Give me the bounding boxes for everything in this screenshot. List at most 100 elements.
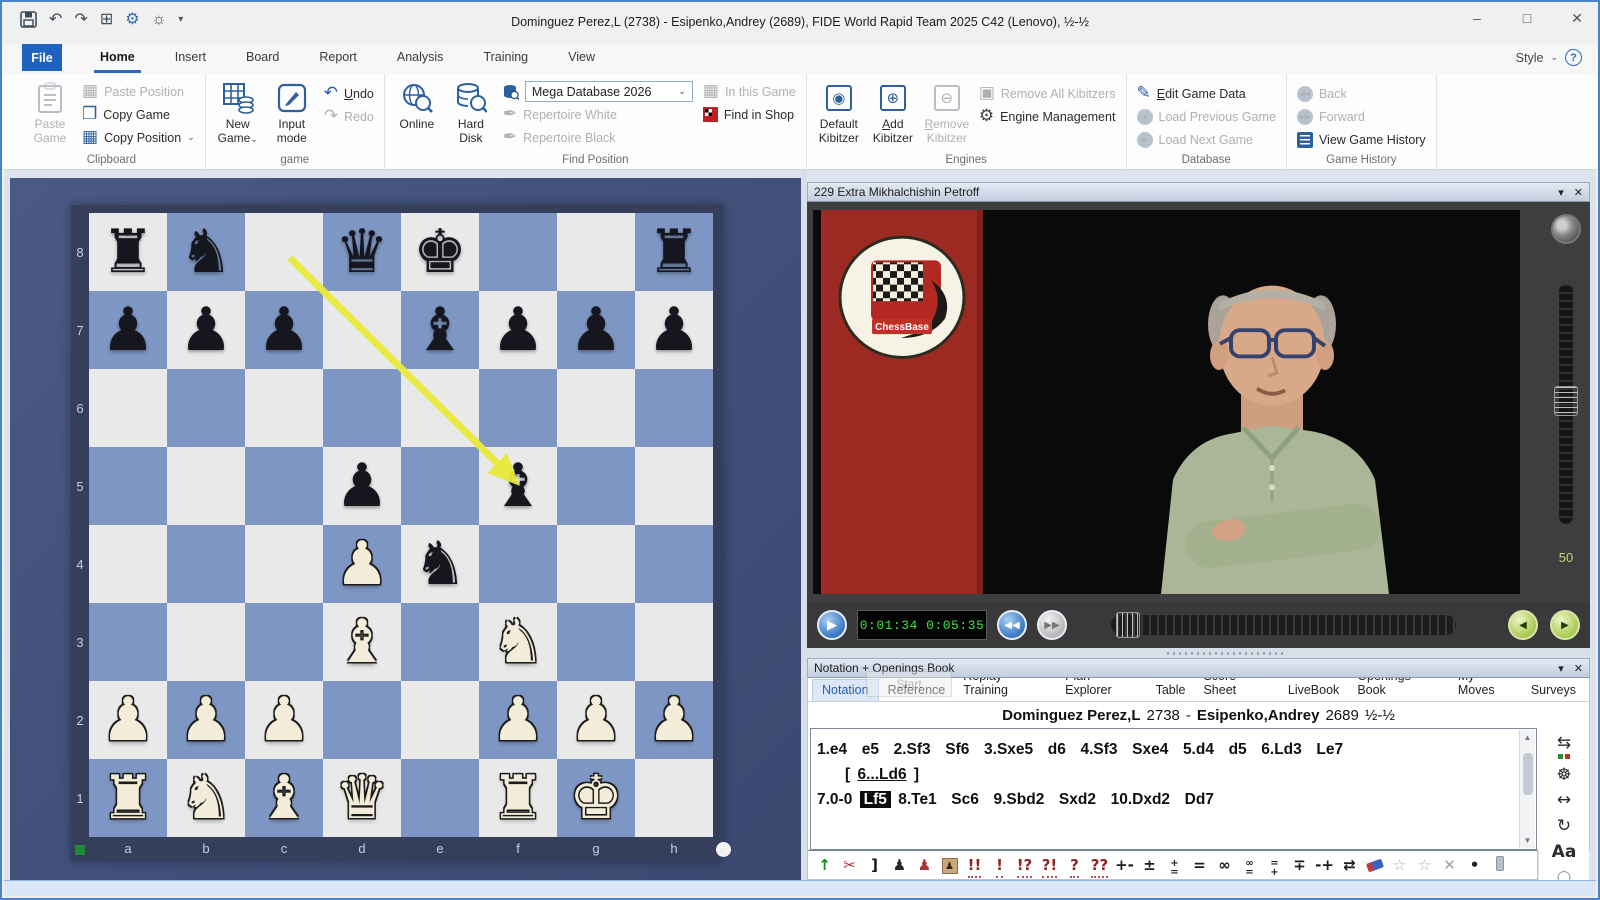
- piece-black-icon[interactable]: ♟: [887, 858, 912, 873]
- current-move[interactable]: Lf5: [860, 791, 891, 808]
- square-a3[interactable]: [89, 603, 167, 681]
- white-knight[interactable]: ♞: [479, 603, 557, 681]
- copy-position-button[interactable]: ▦ Copy Position ⌄: [78, 126, 199, 149]
- load-previous-game-button[interactable]: ◀ Load Previous Game: [1133, 105, 1280, 128]
- unclear-icon[interactable]: ∞: [1212, 858, 1237, 873]
- volume-slider[interactable]: [1559, 284, 1573, 524]
- square-b5[interactable]: [167, 447, 245, 525]
- notation-tab-surveys[interactable]: Surveys: [1522, 680, 1585, 701]
- maximize-button[interactable]: □: [1516, 10, 1538, 27]
- blunder-icon[interactable]: ??: [1087, 858, 1112, 873]
- tab-home[interactable]: Home: [80, 44, 155, 72]
- square-e5[interactable]: [401, 447, 479, 525]
- variation-line[interactable]: [ 6...Ld6 ]: [817, 762, 1512, 787]
- volume-handle[interactable]: [1554, 386, 1578, 416]
- dubious-move-icon[interactable]: ?!: [1037, 858, 1062, 873]
- end-variation-bracket-icon[interactable]: ]: [862, 858, 887, 873]
- square-d7[interactable]: [323, 291, 401, 369]
- square-c5[interactable]: [245, 447, 323, 525]
- hard-disk-button[interactable]: Hard Disk: [445, 78, 497, 146]
- square-d8[interactable]: ♛: [323, 213, 401, 291]
- square-b8[interactable]: ♞: [167, 213, 245, 291]
- black-knight[interactable]: ♞: [401, 525, 479, 603]
- repertoire-black-button[interactable]: ✒ Repertoire Black: [499, 126, 697, 149]
- moves-area[interactable]: 1.e4 e5 2.Sf3 Sf6 3.Sxe5 d6 4.Sf3 Sxe4 5…: [810, 728, 1537, 850]
- notation-collapse-icon[interactable]: ▾: [1558, 662, 1564, 675]
- fast-forward-button[interactable]: ▶▶: [1037, 610, 1067, 640]
- move-line-1[interactable]: 1.e4 e5 2.Sf3 Sf6 3.Sxe5 d6 4.Sf3 Sxe4 5…: [817, 737, 1512, 762]
- square-g4[interactable]: [557, 525, 635, 603]
- square-c3[interactable]: [245, 603, 323, 681]
- square-d5[interactable]: ♟: [323, 447, 401, 525]
- redo-button[interactable]: ↷ Redo: [320, 105, 378, 128]
- square-e2[interactable]: [401, 681, 479, 759]
- square-f3[interactable]: ♞: [479, 603, 557, 681]
- square-f4[interactable]: [479, 525, 557, 603]
- black-pawn[interactable]: ♟: [89, 291, 167, 369]
- square-a7[interactable]: ♟: [89, 291, 167, 369]
- square-h7[interactable]: ♟: [635, 291, 713, 369]
- skip-back-button[interactable]: ◀: [1508, 610, 1538, 640]
- notation-tab-livebook[interactable]: LiveBook: [1279, 680, 1348, 701]
- video-close-icon[interactable]: ✕: [1574, 186, 1583, 199]
- square-b2[interactable]: ♟: [167, 681, 245, 759]
- tab-analysis[interactable]: Analysis: [377, 44, 464, 72]
- black-pawn[interactable]: ♟: [479, 291, 557, 369]
- black-pawn[interactable]: ♟: [167, 291, 245, 369]
- scroll-down-icon[interactable]: ▼: [1524, 833, 1532, 848]
- undo-button[interactable]: ↶ Undo: [320, 82, 378, 105]
- rotate-icon[interactable]: ↻: [1557, 817, 1571, 836]
- delete-mark-icon[interactable]: ✕: [1437, 858, 1462, 873]
- history-back-button[interactable]: ◀◀ Back: [1293, 82, 1430, 105]
- square-e7[interactable]: ♝: [401, 291, 479, 369]
- square-c4[interactable]: [245, 525, 323, 603]
- black-king[interactable]: ♚: [401, 213, 479, 291]
- seek-handle[interactable]: [1116, 612, 1140, 638]
- piece-red-icon[interactable]: ♟: [912, 858, 937, 873]
- white-pawn[interactable]: ♟: [245, 681, 323, 759]
- square-d1[interactable]: ♛: [323, 759, 401, 837]
- cut-scissors-icon[interactable]: ✂: [837, 858, 862, 873]
- square-f7[interactable]: ♟: [479, 291, 557, 369]
- engine-management-button[interactable]: ⚙ Engine Management: [975, 105, 1120, 128]
- square-c2[interactable]: ♟: [245, 681, 323, 759]
- star-sparkle-icon[interactable]: ☆: [1412, 858, 1437, 873]
- square-a8[interactable]: ♜: [89, 213, 167, 291]
- square-d2[interactable]: [323, 681, 401, 759]
- white-bishop[interactable]: ♝: [323, 603, 401, 681]
- square-b3[interactable]: [167, 603, 245, 681]
- square-a6[interactable]: [89, 369, 167, 447]
- square-d3[interactable]: ♝: [323, 603, 401, 681]
- dot-icon[interactable]: •: [1462, 858, 1487, 873]
- tab-file[interactable]: File: [22, 44, 62, 71]
- square-f2[interactable]: ♟: [479, 681, 557, 759]
- white-slightly-better-icon[interactable]: +=: [1162, 854, 1187, 877]
- square-e4[interactable]: ♞: [401, 525, 479, 603]
- black-queen[interactable]: ♛: [323, 213, 401, 291]
- white-pawn[interactable]: ♟: [557, 681, 635, 759]
- notation-scrollbar[interactable]: ▲ ▼: [1519, 730, 1535, 848]
- white-queen[interactable]: ♛: [323, 759, 401, 837]
- square-h1[interactable]: [635, 759, 713, 837]
- square-g6[interactable]: [557, 369, 635, 447]
- white-pawn[interactable]: ♟: [635, 681, 713, 759]
- square-f1[interactable]: ♜: [479, 759, 557, 837]
- notation-tab-table[interactable]: Table: [1147, 680, 1195, 701]
- square-h4[interactable]: [635, 525, 713, 603]
- square-e6[interactable]: [401, 369, 479, 447]
- style-label[interactable]: Style: [1516, 51, 1544, 65]
- black-slightly-better-icon[interactable]: =+: [1262, 854, 1287, 877]
- paste-game-button[interactable]: Paste Game: [24, 78, 76, 146]
- add-kibitzer-button[interactable]: ⊕ Add Kibitzer: [867, 78, 919, 146]
- square-h2[interactable]: ♟: [635, 681, 713, 759]
- notation-close-icon[interactable]: ✕: [1574, 662, 1583, 675]
- square-d4[interactable]: ♟: [323, 525, 401, 603]
- white-pawn[interactable]: ♟: [167, 681, 245, 759]
- eraser-icon[interactable]: [1362, 858, 1387, 873]
- square-e1[interactable]: [401, 759, 479, 837]
- rewind-button[interactable]: ◀◀: [997, 610, 1027, 640]
- horizontal-splitter[interactable]: [807, 648, 1590, 658]
- white-king[interactable]: ♚: [557, 759, 635, 837]
- black-better-icon[interactable]: ∓: [1287, 858, 1312, 873]
- black-pawn[interactable]: ♟: [323, 447, 401, 525]
